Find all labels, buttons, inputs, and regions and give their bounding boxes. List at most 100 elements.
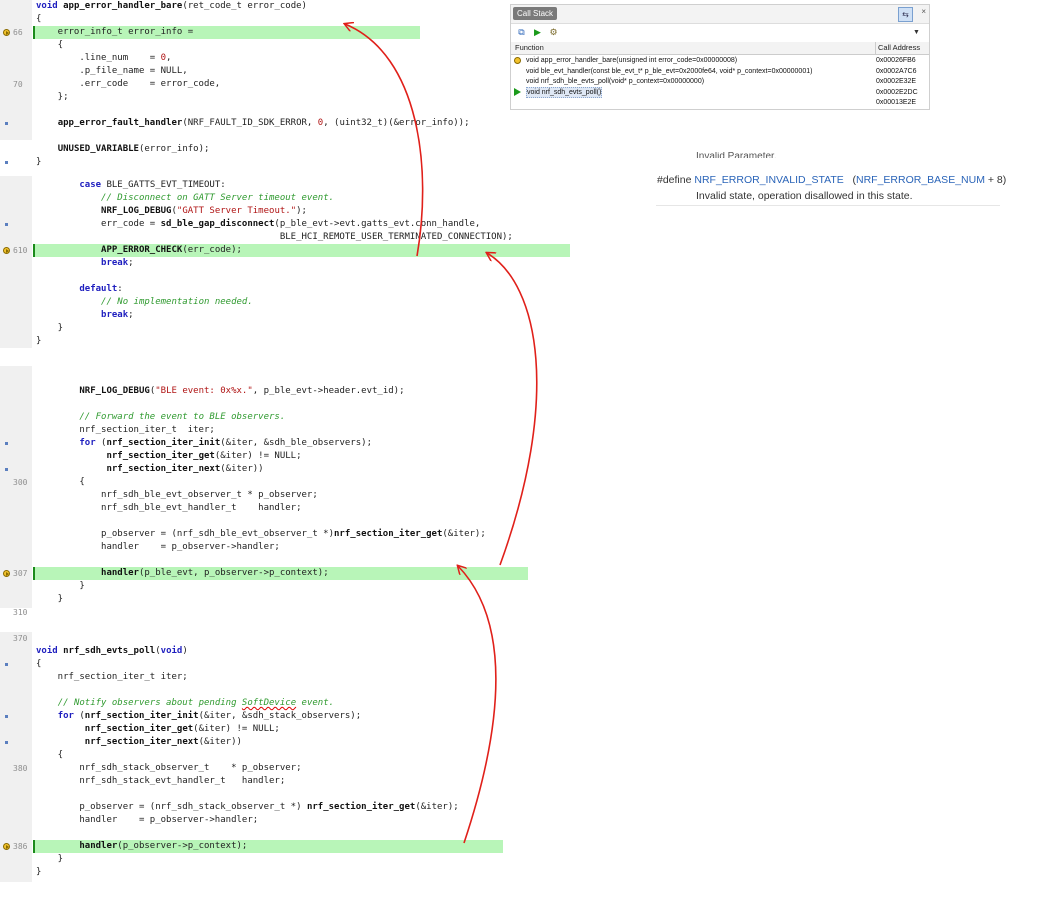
code-line[interactable]: default: [0, 283, 570, 296]
code-panel-app-error-handler: void app_error_handler_bare(ret_code_t e… [0, 0, 470, 167]
code-line[interactable] [0, 130, 420, 143]
code-line[interactable] [0, 398, 528, 411]
code-line[interactable]: nrf_sdh_ble_evt_handler_t handler; [0, 502, 528, 515]
call-stack-row[interactable]: 0x00013E2E [511, 97, 929, 108]
code-line[interactable]: 70 .err_code = error_code, [0, 78, 420, 91]
column-function[interactable]: Function [515, 42, 544, 54]
code-line[interactable]: nrf_section_iter_t iter; [0, 671, 503, 684]
code-line[interactable]: }; [0, 91, 420, 104]
code-line[interactable]: { [0, 658, 503, 671]
code-line[interactable]: UNUSED_VARIABLE(error_info); [0, 143, 420, 156]
code-line[interactable]: nrf_sdh_stack_evt_handler_t handler; [0, 775, 503, 788]
breakpoint-marker-icon[interactable] [5, 468, 8, 471]
code-line[interactable]: err_code = sd_ble_gap_disconnect(p_ble_e… [0, 218, 570, 231]
code-line[interactable] [0, 788, 503, 801]
code-text: break; [101, 310, 134, 320]
go-to-frame-icon[interactable]: ⧉ [516, 27, 527, 38]
code-line[interactable]: 380 nrf_sdh_stack_observer_t * p_observe… [0, 762, 503, 775]
code-line[interactable]: nrf_section_iter_next(&iter)) [0, 463, 528, 476]
code-line[interactable]: 310 [0, 606, 528, 619]
code-line[interactable]: } [0, 866, 503, 879]
code-line[interactable]: nrf_sdh_ble_evt_observer_t * p_observer; [0, 489, 528, 502]
code-line[interactable]: } [0, 580, 528, 593]
settings-icon[interactable]: ⚙ [548, 27, 559, 38]
code-line[interactable]: for (nrf_section_iter_init(&iter, &sdh_s… [0, 710, 503, 723]
code-line[interactable] [0, 372, 528, 385]
breakpoint-marker-icon[interactable] [5, 122, 8, 125]
code-line[interactable]: // Forward the event to BLE observers. [0, 411, 528, 424]
code-line[interactable]: case BLE_GATTS_EVT_TIMEOUT: [0, 179, 570, 192]
code-line[interactable]: void app_error_handler_bare(ret_code_t e… [0, 0, 420, 13]
code-line[interactable]: break; [0, 257, 570, 270]
divider [656, 205, 1000, 206]
code-line[interactable]: // No implementation needed. [0, 296, 570, 309]
call-stack-row[interactable]: void app_error_handler_bare(unsigned int… [511, 55, 929, 66]
code-line[interactable]: NRF_LOG_DEBUG("GATT Server Timeout."); [0, 205, 570, 218]
code-line[interactable]: } [0, 335, 570, 348]
breakpoint-marker-icon[interactable] [5, 442, 8, 445]
code-line[interactable]: 307 handler(p_ble_evt, p_observer->p_con… [0, 567, 528, 580]
code-line[interactable]: p_observer = (nrf_sdh_ble_evt_observer_t… [0, 528, 528, 541]
code-line[interactable]: nrf_section_iter_next(&iter)) [0, 736, 503, 749]
code-line[interactable]: nrf_section_iter_get(&iter) != NULL; [0, 450, 528, 463]
code-text: nrf_sdh_ble_evt_handler_t handler; [36, 503, 302, 513]
code-line[interactable]: break; [0, 309, 570, 322]
code-line[interactable]: handler = p_observer->handler; [0, 541, 528, 554]
code-text: }; [36, 92, 69, 102]
code-line[interactable]: p_observer = (nrf_sdh_stack_observer_t *… [0, 801, 503, 814]
code-line[interactable]: 66 error_info_t error_info = [0, 26, 420, 39]
code-line[interactable]: nrf_section_iter_get(&iter) != NULL; [0, 723, 503, 736]
code-line[interactable]: NRF_LOG_DEBUG("BLE event: 0x%x.", p_ble_… [0, 385, 528, 398]
code-line[interactable] [0, 515, 528, 528]
code-line[interactable]: { [0, 39, 420, 52]
code-text: nrf_sdh_ble_evt_observer_t * p_observer; [36, 490, 318, 500]
call-stack-row[interactable]: void ble_evt_handler(const ble_evt_t* p_… [511, 66, 929, 77]
code-line[interactable]: { [0, 13, 420, 26]
code-line[interactable]: void nrf_sdh_evts_poll(void) [0, 645, 503, 658]
breakpoint-marker-icon[interactable] [5, 663, 8, 666]
code-line[interactable] [0, 104, 420, 117]
define-name-link[interactable]: NRF_ERROR_INVALID_STATE [694, 174, 843, 186]
code-line[interactable]: } [0, 156, 420, 169]
code-text: app_error_fault_handler(NRF_FAULT_ID_SDK… [57, 118, 470, 128]
code-line[interactable] [0, 270, 570, 283]
code-line[interactable]: handler = p_observer->handler; [0, 814, 503, 827]
close-icon[interactable]: × [921, 7, 926, 16]
code-line[interactable]: BLE_HCI_REMOTE_USER_TERMINATED_CONNECTIO… [0, 231, 570, 244]
code-line[interactable]: nrf_section_iter_t iter; [0, 424, 528, 437]
code-line[interactable]: app_error_fault_handler(NRF_FAULT_ID_SDK… [0, 117, 470, 130]
code-line[interactable]: 386 handler(p_observer->p_context); [0, 840, 503, 853]
code-line[interactable]: } [0, 322, 570, 335]
pin-icon[interactable]: ⇆ [898, 7, 913, 22]
dropdown-icon[interactable]: ▼ [911, 27, 922, 38]
code-line[interactable] [0, 554, 528, 567]
breakpoint-marker-icon[interactable] [5, 715, 8, 718]
call-stack-tab[interactable]: Call Stack [513, 7, 558, 20]
code-text: // Notify observers about pending SoftDe… [57, 698, 335, 708]
code-line[interactable]: .line_num = 0, [0, 52, 420, 65]
breakpoint-marker-icon[interactable] [5, 741, 8, 744]
breakpoint-marker-icon[interactable] [5, 161, 8, 164]
run-icon[interactable]: ▶ [532, 27, 543, 38]
code-line[interactable]: 300 { [0, 476, 528, 489]
column-call-address[interactable]: Call Address [875, 42, 920, 54]
call-stack-row[interactable]: void nrf_sdh_evts_poll() 0x0002E2DC [511, 86, 929, 98]
code-line[interactable]: for (nrf_section_iter_init(&iter, &sdh_b… [0, 437, 528, 450]
code-line[interactable] [0, 827, 503, 840]
call-stack-row[interactable]: void nrf_sdh_ble_evts_poll(void* p_conte… [511, 76, 929, 87]
code-line[interactable]: 610 APP_ERROR_CHECK(err_code); [0, 244, 570, 257]
code-line[interactable]: // Disconnect on GATT Server timeout eve… [0, 192, 570, 205]
current-statement-icon [3, 843, 10, 850]
code-line[interactable]: } [0, 853, 503, 866]
code-line[interactable]: .p_file_name = NULL, [0, 65, 420, 78]
breakpoint-marker-icon[interactable] [5, 223, 8, 226]
base-num-link[interactable]: NRF_ERROR_BASE_NUM [856, 174, 985, 186]
code-line[interactable]: { [0, 749, 503, 762]
call-stack-toolbar: ⧉ ▶ ⚙ ▼ [511, 24, 929, 42]
frame-address: 0x0002A7C6 [876, 67, 917, 75]
code-line[interactable]: } [0, 593, 528, 606]
code-text: handler = p_observer->handler; [36, 542, 280, 552]
code-line[interactable] [0, 684, 503, 697]
code-line[interactable]: 370 [0, 632, 503, 645]
code-line[interactable]: // Notify observers about pending SoftDe… [0, 697, 503, 710]
